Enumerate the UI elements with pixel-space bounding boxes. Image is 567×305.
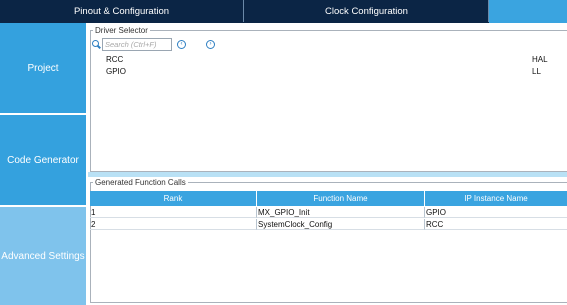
ip-instance-cell: RCC	[425, 219, 567, 230]
arrow-right-circle-icon[interactable]: ›	[206, 40, 215, 49]
table-row[interactable]: 2 SystemClock_Config RCC	[90, 219, 567, 230]
sidebar-item-code-generator[interactable]: Code Generator	[0, 115, 86, 205]
function-name-cell: MX_GPIO_Init	[257, 207, 425, 218]
sidebar: Project Code Generator Advanced Settings	[0, 23, 88, 305]
search-icon	[92, 40, 101, 49]
driver-name: RCC	[106, 55, 124, 64]
sidebar-item-advanced-settings[interactable]: Advanced Settings	[0, 207, 86, 305]
table-row[interactable]: 1 MX_GPIO_Init GPIO	[90, 207, 567, 218]
sidebar-item-project[interactable]: Project	[0, 23, 86, 113]
driver-name: GPIO	[106, 67, 127, 76]
driver-type-select[interactable]: HAL	[532, 55, 548, 64]
column-header-ip-instance-name[interactable]: IP Instance Name	[425, 191, 567, 206]
column-header-rank[interactable]: Rank	[90, 191, 257, 206]
table-header: Rank Function Name IP Instance Name	[90, 191, 567, 206]
ip-instance-cell: GPIO	[425, 207, 567, 218]
tab-project-manager[interactable]	[489, 0, 567, 23]
top-tab-bar: Pinout & Configuration Clock Configurati…	[0, 0, 567, 23]
driver-type-select[interactable]: LL	[532, 67, 541, 76]
arrow-left-circle-icon[interactable]: ‹	[177, 40, 186, 49]
function-name-cell: SystemClock_Config	[257, 219, 425, 230]
tab-pinout-configuration[interactable]: Pinout & Configuration	[0, 0, 244, 22]
tab-clock-configuration[interactable]: Clock Configuration	[245, 0, 489, 22]
driver-selector-title: Driver Selector	[95, 26, 148, 35]
search-box	[92, 38, 172, 51]
search-input[interactable]	[102, 38, 172, 51]
column-header-function-name[interactable]: Function Name	[257, 191, 425, 206]
generated-function-calls-title: Generated Function Calls	[95, 178, 186, 187]
rank-cell: 1	[90, 207, 257, 218]
panel-splitter[interactable]	[88, 172, 567, 177]
rank-cell: 2	[90, 219, 257, 230]
